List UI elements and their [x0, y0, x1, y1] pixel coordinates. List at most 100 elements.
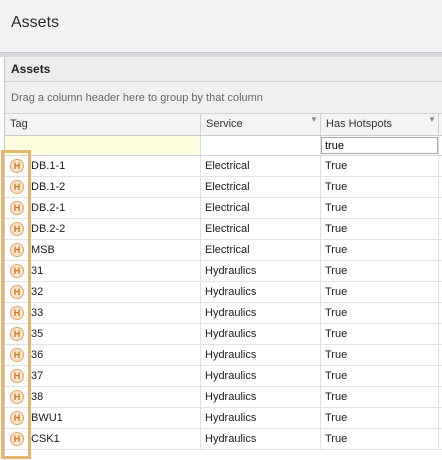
filter-icon[interactable]: ▼ [310, 116, 318, 124]
cell-has-hotspots[interactable]: True [321, 324, 439, 344]
column-header-row: Tag Service ▼ Has Hotspots ▼ [5, 114, 442, 136]
table-row[interactable]: H 35 Hydraulics True [5, 324, 442, 345]
column-header-has-hotspots[interactable]: Has Hotspots ▼ [321, 114, 439, 135]
cell-tag[interactable]: H DB.1-2 [5, 177, 201, 197]
cell-has-hotspots[interactable]: True [321, 408, 439, 428]
panel-caption: Assets [5, 57, 442, 82]
hotspot-icon[interactable]: H [10, 411, 24, 425]
cell-service[interactable]: Hydraulics [201, 324, 321, 344]
cell-tag[interactable]: H 38 [5, 387, 201, 407]
cell-tag[interactable]: H 36 [5, 345, 201, 365]
hotspot-icon[interactable]: H [10, 201, 24, 215]
hotspot-icon[interactable]: H [10, 348, 24, 362]
cell-service[interactable]: Electrical [201, 156, 321, 176]
cell-tag[interactable]: H DB.2-2 [5, 219, 201, 239]
cell-service[interactable]: Hydraulics [201, 345, 321, 365]
cell-has-hotspots[interactable]: True [321, 219, 439, 239]
tag-value: 35 [31, 328, 44, 340]
cell-tag[interactable]: H 35 [5, 324, 201, 344]
cell-tag[interactable]: H CSK1 [5, 429, 201, 449]
cell-service[interactable]: Electrical [201, 198, 321, 218]
hotspot-icon[interactable]: H [10, 390, 24, 404]
table-row[interactable]: H 33 Hydraulics True [5, 303, 442, 324]
column-header-label: Tag [10, 118, 28, 130]
cell-has-hotspots[interactable]: True [321, 177, 439, 197]
hotspot-icon[interactable]: H [10, 180, 24, 194]
table-row[interactable]: H DB.2-1 Electrical True [5, 198, 442, 219]
cell-tag[interactable]: H 33 [5, 303, 201, 323]
column-header-tag[interactable]: Tag [5, 114, 201, 135]
cell-has-hotspots[interactable]: True [321, 387, 439, 407]
table-row[interactable]: H 38 Hydraulics True [5, 387, 442, 408]
hotspot-icon[interactable]: H [10, 327, 24, 341]
table-row[interactable]: H 37 Hydraulics True [5, 366, 442, 387]
page-header: Assets [0, 0, 442, 53]
table-row[interactable]: H DB.2-2 Electrical True [5, 219, 442, 240]
cell-has-hotspots[interactable]: True [321, 303, 439, 323]
has-hotspots-filter-input[interactable] [321, 137, 438, 154]
hotspot-icon[interactable]: H [10, 159, 24, 173]
table-row[interactable]: H 31 Hydraulics True [5, 261, 442, 282]
tag-value: DB.1-2 [31, 181, 66, 193]
tag-value: MSB [31, 244, 55, 256]
table-row[interactable]: H BWU1 Hydraulics True [5, 408, 442, 429]
tag-value: 37 [31, 370, 44, 382]
tag-value: 38 [31, 391, 44, 403]
cell-has-hotspots[interactable]: True [321, 429, 439, 449]
cell-service[interactable]: Electrical [201, 177, 321, 197]
table-row[interactable]: H DB.1-1 Electrical True [5, 156, 442, 177]
cell-tag[interactable]: H DB.2-1 [5, 198, 201, 218]
cell-service[interactable]: Hydraulics [201, 366, 321, 386]
hotspot-icon[interactable]: H [10, 306, 24, 320]
tag-value: 36 [31, 349, 44, 361]
filter-icon[interactable]: ▼ [428, 116, 436, 124]
hotspot-icon[interactable]: H [10, 432, 24, 446]
tag-value: DB.2-2 [31, 223, 66, 235]
tag-value: BWU1 [31, 412, 63, 424]
table-row[interactable]: H 32 Hydraulics True [5, 282, 442, 303]
cell-service[interactable]: Hydraulics [201, 282, 321, 302]
cell-service[interactable]: Hydraulics [201, 408, 321, 428]
cell-tag[interactable]: H 31 [5, 261, 201, 281]
cell-has-hotspots[interactable]: True [321, 366, 439, 386]
cell-service[interactable]: Hydraulics [201, 429, 321, 449]
cell-has-hotspots[interactable]: True [321, 156, 439, 176]
cell-service[interactable]: Hydraulics [201, 261, 321, 281]
page-title: Assets [11, 14, 60, 31]
cell-service[interactable]: Hydraulics [201, 303, 321, 323]
table-row[interactable]: H CSK1 Hydraulics True [5, 429, 442, 450]
tag-value: 32 [31, 286, 44, 298]
filter-cell-service[interactable] [201, 136, 321, 155]
table-row[interactable]: H MSB Electrical True [5, 240, 442, 261]
auto-filter-row [5, 136, 442, 156]
hotspot-icon[interactable]: H [10, 369, 24, 383]
cell-service[interactable]: Electrical [201, 219, 321, 239]
cell-tag[interactable]: H BWU1 [5, 408, 201, 428]
column-header-service[interactable]: Service ▼ [201, 114, 321, 135]
hotspot-icon[interactable]: H [10, 222, 24, 236]
cell-has-hotspots[interactable]: True [321, 198, 439, 218]
cell-has-hotspots[interactable]: True [321, 282, 439, 302]
cell-tag[interactable]: H DB.1-1 [5, 156, 201, 176]
cell-has-hotspots[interactable]: True [321, 345, 439, 365]
cell-has-hotspots[interactable]: True [321, 261, 439, 281]
filter-cell-has-hotspots[interactable] [321, 136, 439, 155]
cell-has-hotspots[interactable]: True [321, 240, 439, 260]
cell-tag[interactable]: H MSB [5, 240, 201, 260]
cell-service[interactable]: Hydraulics [201, 387, 321, 407]
cell-tag[interactable]: H 37 [5, 366, 201, 386]
table-row[interactable]: H 36 Hydraulics True [5, 345, 442, 366]
group-by-panel[interactable]: Drag a column header here to group by th… [5, 82, 442, 114]
column-header-label: Service [206, 118, 243, 130]
tag-value: 31 [31, 265, 44, 277]
hotspot-icon[interactable]: H [10, 264, 24, 278]
hotspot-icon[interactable]: H [10, 243, 24, 257]
hotspot-icon[interactable]: H [10, 285, 24, 299]
grid-rows: H DB.1-1 Electrical True H DB.1-2 Electrical Tr… [5, 156, 442, 450]
filter-cell-tag[interactable] [5, 136, 201, 155]
tag-value: DB.1-1 [31, 160, 66, 172]
cell-service[interactable]: Electrical [201, 240, 321, 260]
table-row[interactable]: H DB.1-2 Electrical True [5, 177, 442, 198]
cell-tag[interactable]: H 32 [5, 282, 201, 302]
assets-grid: Tag Service ▼ Has Hotspots ▼ H DB.1-1 Elec… [5, 114, 442, 450]
